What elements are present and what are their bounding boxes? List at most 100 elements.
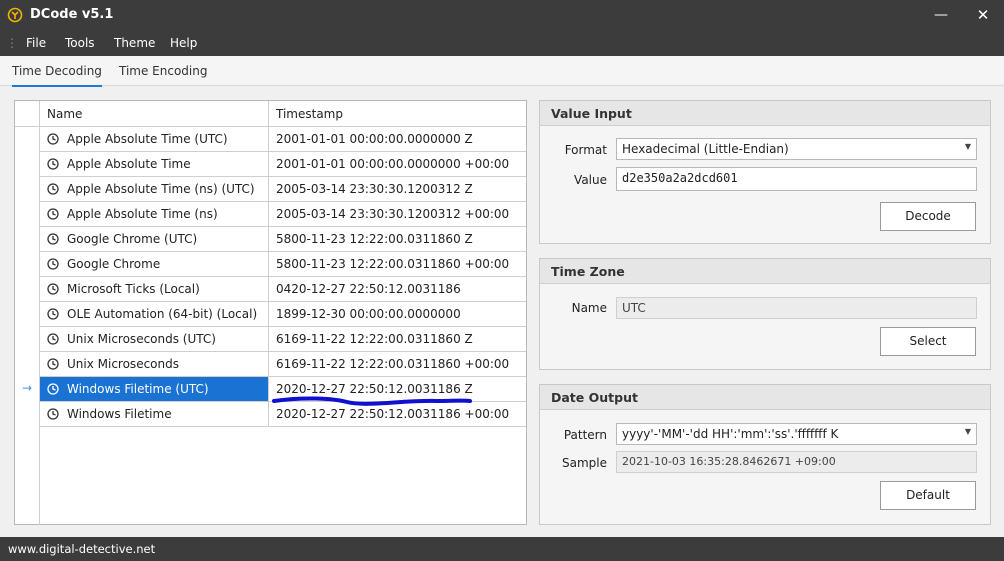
menu-help[interactable]: Help <box>170 36 197 50</box>
menu-grip-icon: ⋮ <box>6 36 18 50</box>
name-text: Windows Filetime <box>67 407 172 421</box>
row-indicator-column <box>15 127 40 525</box>
name-cell[interactable]: Apple Absolute Time (ns) (UTC) <box>40 177 269 201</box>
value-input-heading: Value Input <box>540 101 990 126</box>
clock-icon <box>47 333 59 345</box>
website-link[interactable]: www.digital-detective.net <box>8 542 155 556</box>
clock-icon <box>47 233 59 245</box>
value-input[interactable]: d2e350a2a2dcd601 <box>616 167 977 191</box>
decode-button[interactable]: Decode <box>880 202 976 231</box>
clock-icon <box>47 258 59 270</box>
name-text: Apple Absolute Time (ns) (UTC) <box>67 182 255 196</box>
name-cell[interactable]: Apple Absolute Time (UTC) <box>40 127 269 151</box>
column-header-timestamp[interactable]: Timestamp <box>269 101 526 127</box>
name-text: Google Chrome <box>67 257 161 271</box>
timestamp-cell[interactable]: 2001-01-01 00:00:00.0000000 Z <box>276 132 473 146</box>
name-cell[interactable]: Google Chrome <box>40 252 269 276</box>
menu-tools[interactable]: Tools <box>65 36 95 50</box>
table-row[interactable]: Unix Microseconds (UTC) 6169-11-22 12:22:… <box>40 327 526 352</box>
table-row[interactable]: Apple Absolute Time (UTC) 2001-01-01 00:0… <box>40 127 526 152</box>
value-input-panel: Value Input Format Hexadecimal (Little-E… <box>539 100 991 244</box>
minimize-button[interactable]: — <box>928 4 954 26</box>
dcode-logo-icon <box>7 7 23 23</box>
clock-icon <box>47 358 59 370</box>
table-row[interactable]: Unix Microseconds 6169-11-22 12:22:00.031… <box>40 352 526 377</box>
name-cell[interactable]: Apple Absolute Time (ns) <box>40 202 269 226</box>
time-zone-panel: Time Zone Name UTC Select <box>539 258 991 370</box>
clock-icon <box>47 283 59 295</box>
close-button[interactable]: ✕ <box>970 4 996 26</box>
name-cell[interactable]: Unix Microseconds (UTC) <box>40 327 269 351</box>
format-label: Format <box>564 143 607 157</box>
table-row[interactable]: Apple Absolute Time (ns) (UTC) 2005-03-14… <box>40 177 526 202</box>
timestamp-cell[interactable]: 0420-12-27 22:50:12.0031186 <box>276 282 461 296</box>
name-cell[interactable]: Windows Filetime (UTC) <box>40 377 269 401</box>
name-text: Apple Absolute Time <box>67 157 191 171</box>
menu-file[interactable]: File <box>26 36 46 50</box>
title-bar: DCode v5.1 — ✕ <box>0 0 1004 31</box>
format-select-value: Hexadecimal (Little-Endian) <box>622 142 789 156</box>
table-row[interactable]: Google Chrome 5800-11-23 12:22:00.0311860… <box>40 252 526 277</box>
pattern-select[interactable]: yyyy'-'MM'-'dd HH':'mm':'ss'.'fffffff K … <box>616 423 977 445</box>
name-cell[interactable]: Unix Microseconds <box>40 352 269 376</box>
clock-icon <box>47 158 59 170</box>
table-row[interactable]: OLE Automation (64-bit) (Local) 1899-12-3… <box>40 302 526 327</box>
clock-icon <box>47 383 59 395</box>
timestamp-cell[interactable]: 5800-11-23 12:22:00.0311860 Z <box>276 232 473 246</box>
name-cell[interactable]: Google Chrome (UTC) <box>40 227 269 251</box>
timestamp-cell[interactable]: 2005-03-14 23:30:30.1200312 +00:00 <box>276 207 509 221</box>
timestamp-cell[interactable]: 2020-12-27 22:50:12.0031186 +00:00 <box>276 407 509 421</box>
name-cell[interactable]: Windows Filetime <box>40 402 269 426</box>
current-row-arrow-icon: → <box>22 381 33 395</box>
status-bar: www.digital-detective.net <box>0 537 1004 561</box>
timestamp-cell[interactable]: 2001-01-01 00:00:00.0000000 +00:00 <box>276 157 509 171</box>
sample-field: 2021-10-03 16:35:28.8462671 +09:00 <box>616 451 977 473</box>
time-zone-name-label: Name <box>571 301 607 315</box>
pattern-label: Pattern <box>563 428 607 442</box>
menu-theme[interactable]: Theme <box>114 36 155 50</box>
table-row[interactable]: Google Chrome (UTC) 5800-11-23 12:22:00.0… <box>40 227 526 252</box>
name-cell[interactable]: Microsoft Ticks (Local) <box>40 277 269 301</box>
timestamp-cell[interactable]: 1899-12-30 00:00:00.0000000 <box>276 307 461 321</box>
clock-icon <box>47 183 59 195</box>
name-text: Windows Filetime (UTC) <box>67 382 209 396</box>
value-label: Value <box>574 173 607 187</box>
tab-time-encoding[interactable]: Time Encoding <box>119 64 207 78</box>
timestamp-cell[interactable]: 2005-03-14 23:30:30.1200312 Z <box>276 182 473 196</box>
chevron-down-icon: ▼ <box>964 427 971 436</box>
timestamp-cell[interactable]: 5800-11-23 12:22:00.0311860 +00:00 <box>276 257 509 271</box>
chevron-down-icon: ▼ <box>964 142 971 151</box>
name-text: Apple Absolute Time (ns) <box>67 207 218 221</box>
format-select[interactable]: Hexadecimal (Little-Endian) ▼ <box>616 138 977 160</box>
time-zone-heading: Time Zone <box>540 259 990 284</box>
time-zone-name-field: UTC <box>616 297 977 319</box>
window-title: DCode v5.1 <box>30 7 114 22</box>
name-text: Apple Absolute Time (UTC) <box>67 132 228 146</box>
table-row[interactable]: Microsoft Ticks (Local) 0420-12-27 22:50:… <box>40 277 526 302</box>
date-output-panel: Date Output Pattern yyyy'-'MM'-'dd HH':'… <box>539 384 991 525</box>
clock-icon <box>47 408 59 420</box>
clock-icon <box>47 208 59 220</box>
timestamp-cell[interactable]: 6169-11-22 12:22:00.0311860 Z <box>276 332 473 346</box>
table-row[interactable]: Apple Absolute Time (ns) 2005-03-14 23:30… <box>40 202 526 227</box>
name-text: Google Chrome (UTC) <box>67 232 198 246</box>
timestamp-cell[interactable]: 2020-12-27 22:50:12.0031186 Z <box>276 382 473 396</box>
clock-icon <box>47 308 59 320</box>
results-grid[interactable]: Name Timestamp Apple Absolute Time (UTC)… <box>14 100 527 525</box>
name-text: Unix Microseconds <box>67 357 179 371</box>
select-button[interactable]: Select <box>880 327 976 356</box>
name-cell[interactable]: OLE Automation (64-bit) (Local) <box>40 302 269 326</box>
name-text: Microsoft Ticks (Local) <box>67 282 200 296</box>
menu-bar: ⋮ File Tools Theme Help <box>0 31 1004 56</box>
tab-strip: Time Decoding Time Encoding <box>0 56 1004 87</box>
table-row[interactable]: Apple Absolute Time 2001-01-01 00:00:00.0… <box>40 152 526 177</box>
date-output-heading: Date Output <box>540 385 990 410</box>
column-header-name[interactable]: Name <box>40 101 269 127</box>
grid-header: Name Timestamp <box>15 101 526 127</box>
timestamp-cell[interactable]: 6169-11-22 12:22:00.0311860 +00:00 <box>276 357 509 371</box>
tab-time-decoding[interactable]: Time Decoding <box>12 64 102 87</box>
row-indicator-header <box>15 101 40 127</box>
name-cell[interactable]: Apple Absolute Time <box>40 152 269 176</box>
name-text: OLE Automation (64-bit) (Local) <box>67 307 258 321</box>
default-button[interactable]: Default <box>880 481 976 510</box>
